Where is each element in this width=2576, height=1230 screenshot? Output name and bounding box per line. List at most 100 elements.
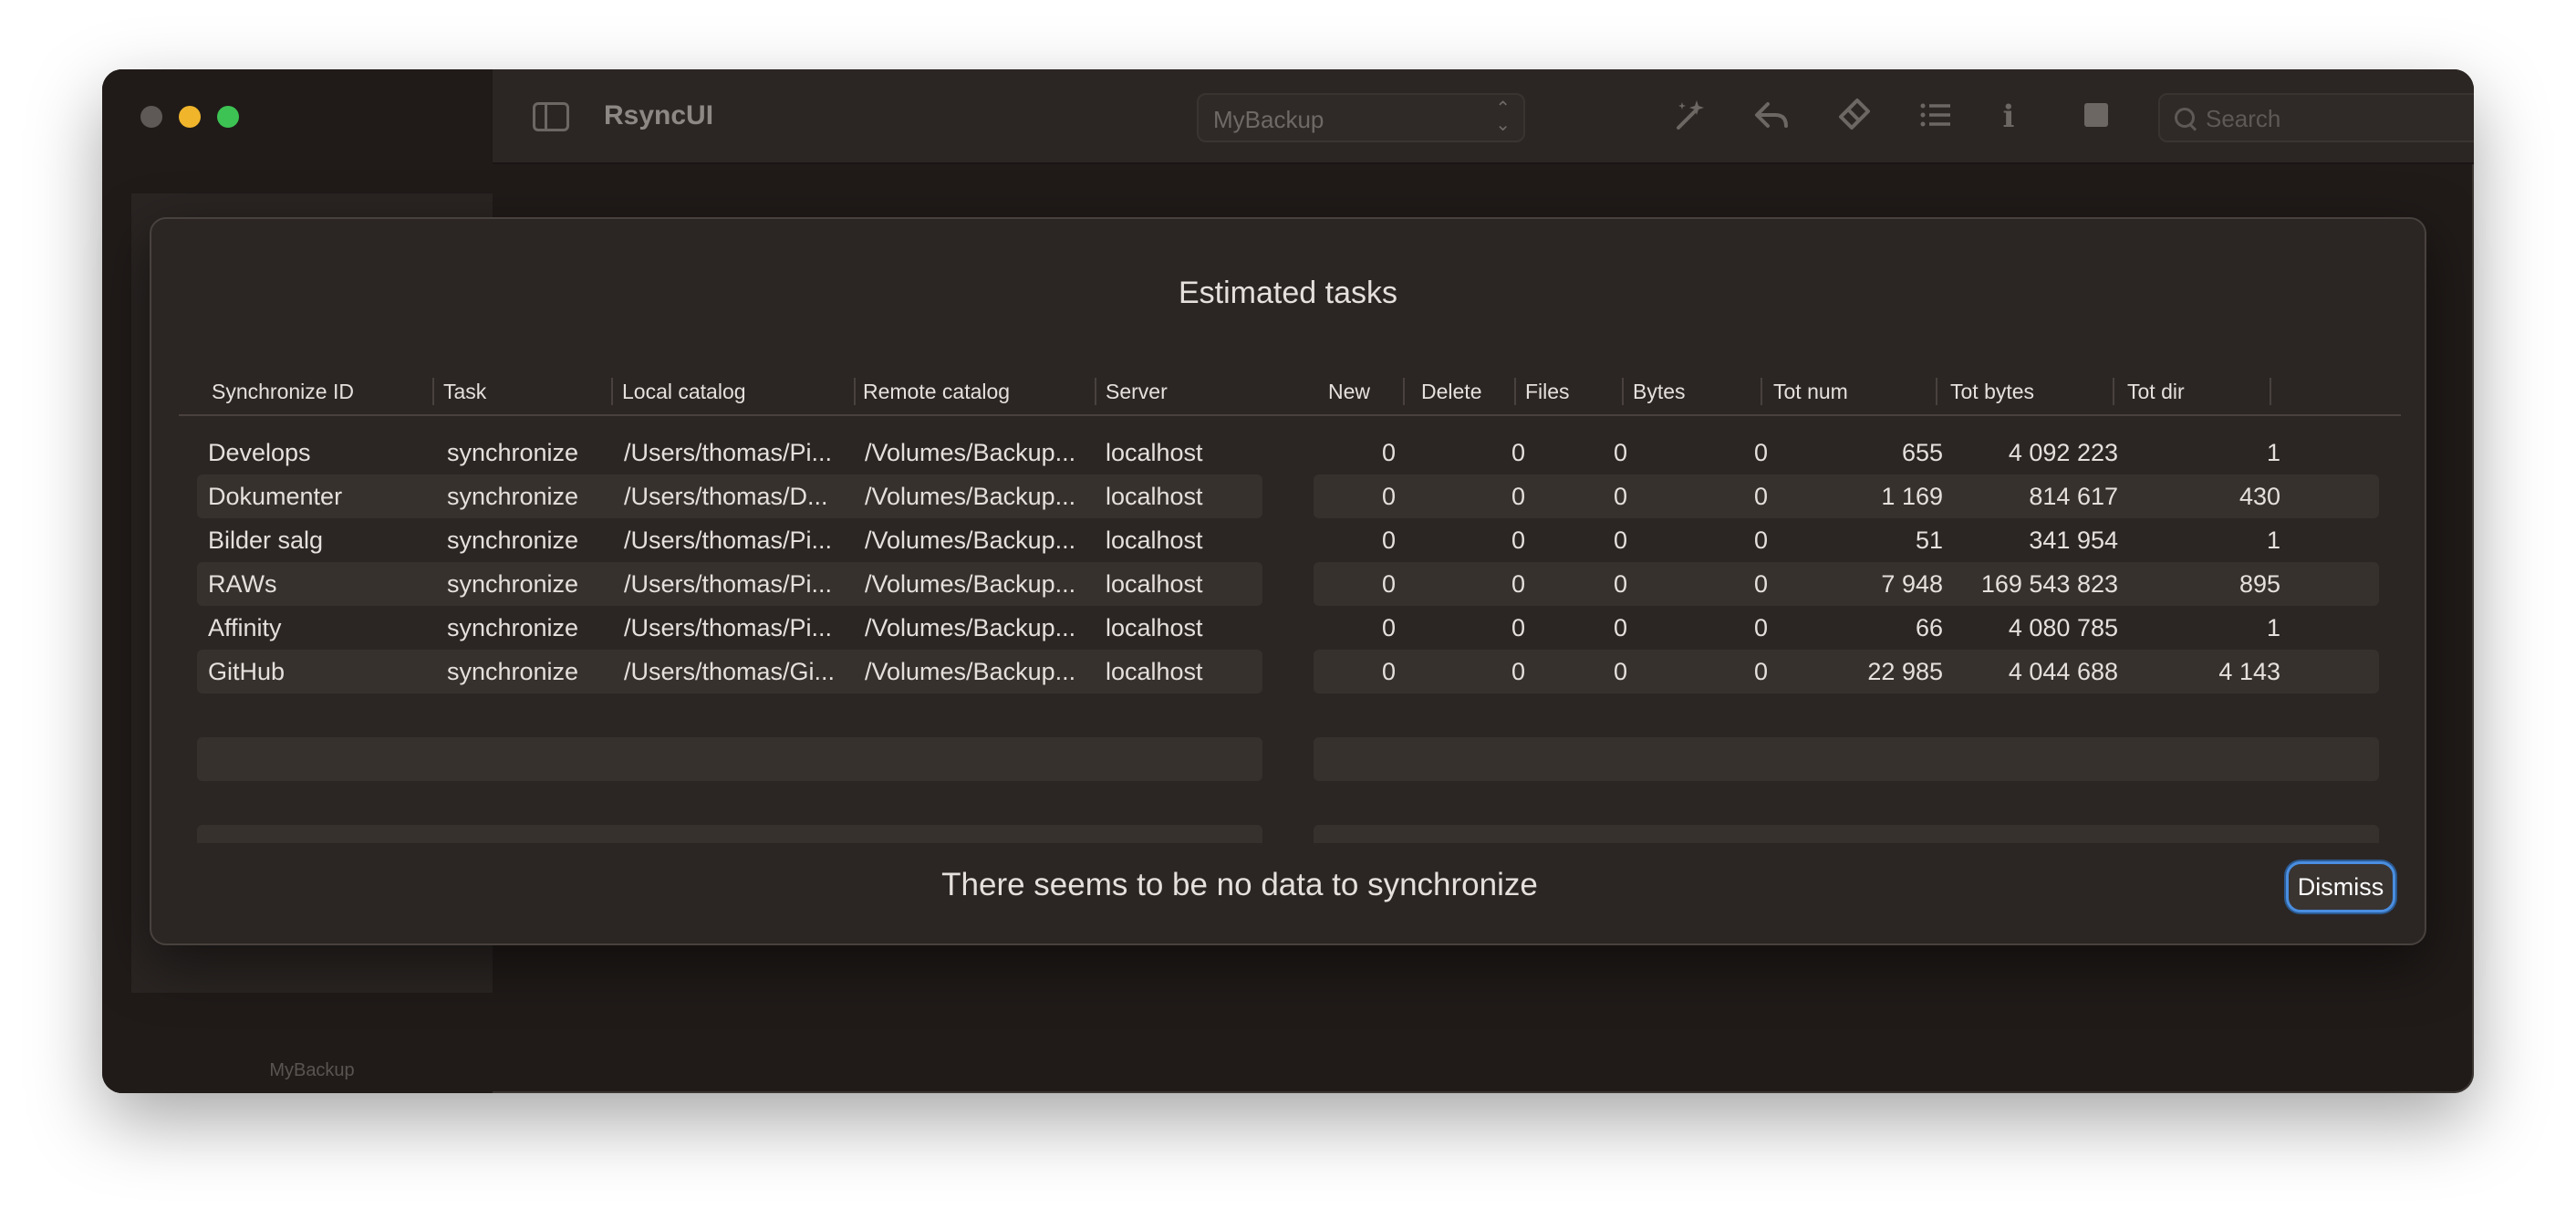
table-cell-bytes: 0	[1753, 570, 1768, 598]
table-cell-bytes: 0	[1753, 439, 1768, 466]
table-cell-new: 0	[1381, 483, 1396, 510]
table-header: New Delete Files Bytes Tot num Tot bytes…	[1295, 365, 2401, 416]
table-cell-tot-num: 655	[1901, 439, 1943, 466]
search-field[interactable]	[2158, 93, 2474, 142]
column-header-task[interactable]: Task	[443, 378, 613, 405]
table-row[interactable]: Develops synchronize/Users/thomas/Pi... /V…	[197, 431, 1262, 474]
table-row[interactable]: 0 0 0 0 66 4 080 785 1	[1314, 606, 2379, 650]
table-cell-tot-bytes: 4 080 785	[2008, 614, 2118, 641]
table-cell-bytes: 0	[1753, 483, 1768, 510]
search-icon	[2173, 106, 2197, 130]
table-cell-remote-catalog: /Volumes/Backup...	[865, 483, 1076, 510]
table-cell-task: synchronize	[447, 614, 579, 641]
column-header-local-catalog[interactable]: Local catalog	[622, 378, 856, 405]
table-row[interactable]: Dokumenter synchronize/Users/thomas/D... /…	[197, 474, 1262, 518]
table-row[interactable]: GitHub synchronize/Users/thomas/Gi... /Vol…	[197, 650, 1262, 693]
empty-table-row	[197, 737, 1262, 781]
table-cell-delete: 0	[1511, 614, 1525, 641]
column-header-bytes[interactable]: Bytes	[1633, 378, 1762, 405]
table-cell-local-catalog: /Users/thomas/Pi...	[624, 614, 833, 641]
table-cell-tot-dir: 1	[2266, 439, 2280, 466]
empty-table-row	[1314, 693, 2379, 737]
table-cell-synchronize-id: Affinity	[208, 614, 282, 641]
column-header-remote-catalog[interactable]: Remote catalog	[863, 378, 1096, 405]
table-cell-server: localhost	[1106, 570, 1203, 598]
table-cell-remote-catalog: /Volumes/Backup...	[865, 570, 1076, 598]
column-header-synchronize-id[interactable]: Synchronize ID	[179, 378, 434, 405]
estimates-table: New Delete Files Bytes Tot num Tot bytes…	[1295, 365, 2401, 843]
table-row[interactable]: Bilder salg synchronize/Users/thomas/Pi..…	[197, 518, 1262, 562]
table-cell-server: localhost	[1106, 439, 1203, 466]
table-cell-bytes: 0	[1753, 658, 1768, 685]
table-cell-tot-dir: 1	[2266, 526, 2280, 554]
magic-wand-icon[interactable]	[1669, 97, 1709, 137]
sidebar-profile-label[interactable]: MyBackup	[131, 1060, 493, 1081]
chevron-updown-icon: ⌃ ⌄	[1495, 99, 1511, 135]
sidebar-toggle-icon[interactable]	[533, 102, 569, 131]
column-header-server[interactable]: Server	[1106, 378, 1288, 405]
table-row[interactable]: RAWs synchronize/Users/thomas/Pi... /Volum…	[197, 562, 1262, 606]
list-icon[interactable]	[1916, 97, 1956, 137]
table-cell-new: 0	[1381, 658, 1396, 685]
table-cell-task: synchronize	[447, 658, 579, 685]
empty-table-row	[1314, 781, 2379, 825]
table-cell-tot-bytes: 4 044 688	[2008, 658, 2118, 685]
table-row[interactable]: 0 0 0 0 22 985 4 044 688 4 143	[1314, 650, 2379, 693]
table-cell-tot-bytes: 814 617	[2029, 483, 2118, 510]
table-row[interactable]: 0 0 0 0 7 948 169 543 823 895	[1314, 562, 2379, 606]
table-cell-server: localhost	[1106, 483, 1203, 510]
toolbar: RsyncUI MyBackup ⌃ ⌄ i	[493, 69, 2474, 164]
column-header-tot-dir[interactable]: Tot dir	[2127, 378, 2271, 405]
table-row[interactable]: 0 0 0 0 655 4 092 223 1	[1314, 431, 2379, 474]
table-cell-tot-bytes: 169 543 823	[1980, 570, 2118, 598]
column-header-new[interactable]: New	[1295, 378, 1405, 405]
empty-table-row	[197, 781, 1262, 825]
table-cell-local-catalog: /Users/thomas/Gi...	[624, 658, 836, 685]
table-cell-server: localhost	[1106, 526, 1203, 554]
search-input[interactable]	[2206, 102, 2474, 135]
table-cell-task: synchronize	[447, 483, 579, 510]
zoom-window-button[interactable]	[217, 106, 239, 128]
estimated-tasks-sheet: Estimated tasks Synchronize ID Task Loca…	[150, 217, 2426, 945]
table-cell-new: 0	[1381, 570, 1396, 598]
table-cell-task: synchronize	[447, 570, 579, 598]
table-cell-remote-catalog: /Volumes/Backup...	[865, 614, 1076, 641]
table-cell-delete: 0	[1511, 570, 1525, 598]
table-cell-new: 0	[1381, 526, 1396, 554]
tasks-table: Synchronize ID Task Local catalog Remote…	[179, 365, 1317, 843]
info-icon[interactable]: i	[1989, 97, 2029, 137]
window-controls	[140, 106, 239, 128]
app-title: RsyncUI	[604, 100, 714, 130]
empty-table-row	[197, 693, 1262, 737]
table-cell-files: 0	[1613, 658, 1627, 685]
empty-table-row	[1314, 737, 2379, 781]
table-cell-delete: 0	[1511, 483, 1525, 510]
table-cell-local-catalog: /Users/thomas/Pi...	[624, 439, 833, 466]
column-header-tot-num[interactable]: Tot num	[1773, 378, 1937, 405]
table-cell-tot-dir: 895	[2238, 570, 2280, 598]
table-cell-server: localhost	[1106, 614, 1203, 641]
table-row[interactable]: Affinity synchronize/Users/thomas/Pi... /V…	[197, 606, 1262, 650]
table-row[interactable]: 0 0 0 0 1 169 814 617 430	[1314, 474, 2379, 518]
table-cell-bytes: 0	[1753, 526, 1768, 554]
table-cell-delete: 0	[1511, 439, 1525, 466]
column-header-files[interactable]: Files	[1525, 378, 1624, 405]
undo-arrow-icon[interactable]	[1751, 97, 1792, 137]
table-cell-local-catalog: /Users/thomas/Pi...	[624, 570, 833, 598]
table-cell-local-catalog: /Users/thomas/D...	[624, 483, 828, 510]
status-message: There seems to be no data to synchronize	[941, 867, 1538, 902]
profile-picker[interactable]: MyBackup ⌃ ⌄	[1197, 93, 1525, 142]
column-header-tot-bytes[interactable]: Tot bytes	[1950, 378, 2114, 405]
table-cell-tot-num: 7 948	[1881, 570, 1943, 598]
column-header-delete[interactable]: Delete	[1421, 378, 1516, 405]
table-row[interactable]: 0 0 0 0 51 341 954 1	[1314, 518, 2379, 562]
stop-square-icon[interactable]	[2076, 97, 2116, 137]
table-cell-remote-catalog: /Volumes/Backup...	[865, 658, 1076, 685]
table-cell-files: 0	[1613, 570, 1627, 598]
table-cell-tot-num: 1 169	[1881, 483, 1943, 510]
table-cell-files: 0	[1613, 614, 1627, 641]
close-window-button[interactable]	[140, 106, 162, 128]
minimize-window-button[interactable]	[179, 106, 201, 128]
eraser-icon[interactable]	[1833, 97, 1874, 137]
dismiss-button[interactable]: Dismiss	[2286, 861, 2395, 912]
